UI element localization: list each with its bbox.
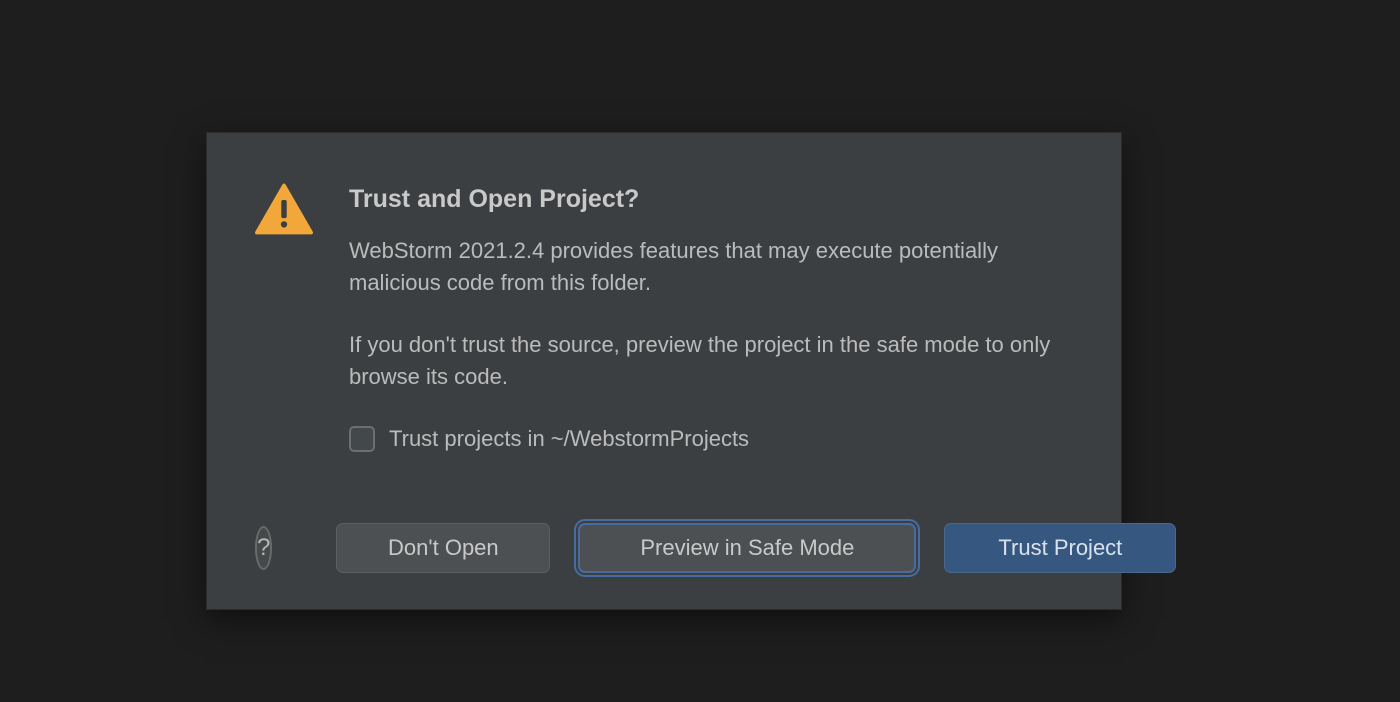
dialog-body: Trust and Open Project? WebStorm 2021.2.… [255, 181, 1073, 455]
warning-icon [255, 183, 313, 235]
dialog-paragraph-2: If you don't trust the source, preview t… [349, 329, 1069, 393]
trust-folder-checkbox-row[interactable]: Trust projects in ~/WebstormProjects [349, 423, 1073, 455]
preview-safe-mode-button[interactable]: Preview in Safe Mode [578, 523, 916, 573]
trust-project-dialog: Trust and Open Project? WebStorm 2021.2.… [206, 132, 1122, 610]
help-button[interactable]: ? [255, 526, 272, 570]
trust-folder-checkbox[interactable] [349, 426, 375, 452]
dialog-title: Trust and Open Project? [349, 181, 1073, 217]
dialog-footer: ? Don't Open Preview in Safe Mode Trust … [255, 523, 1073, 573]
dialog-paragraph-1: WebStorm 2021.2.4 provides features that… [349, 235, 1069, 299]
help-icon: ? [257, 534, 270, 562]
trust-folder-checkbox-label: Trust projects in ~/WebstormProjects [389, 423, 749, 455]
dont-open-button[interactable]: Don't Open [336, 523, 550, 573]
dialog-content: Trust and Open Project? WebStorm 2021.2.… [349, 181, 1073, 455]
trust-project-button[interactable]: Trust Project [944, 523, 1176, 573]
